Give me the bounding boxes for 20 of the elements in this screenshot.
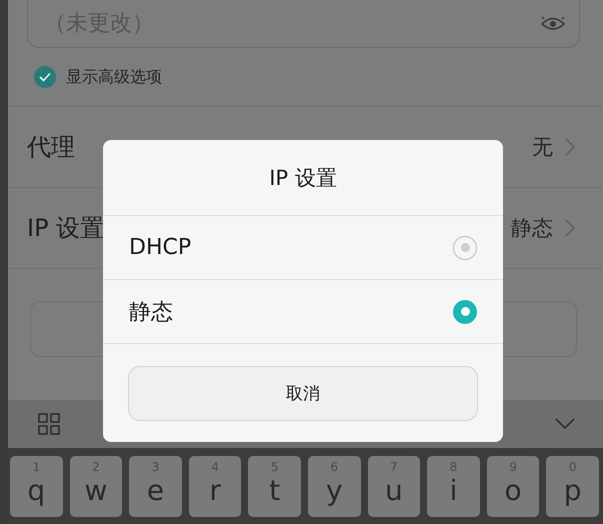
checkbox[interactable] <box>34 66 56 88</box>
chevron-right-icon <box>565 138 575 156</box>
option-label: DHCP <box>129 235 192 260</box>
row-value: 无 <box>532 134 553 161</box>
row-label: IP 设置 <box>27 213 106 244</box>
chevron-right-icon <box>565 219 575 237</box>
option-row[interactable]: DHCP <box>103 215 503 279</box>
dialog-title: IP 设置 <box>268 164 338 192</box>
radio-button[interactable] <box>453 300 477 324</box>
option-row[interactable]: 静态 <box>103 279 503 343</box>
row-label: 代理 <box>27 132 76 163</box>
radio-button[interactable] <box>453 236 477 260</box>
checkmark-icon <box>39 72 51 82</box>
row-value: 静态 <box>511 215 553 242</box>
checkbox-label: 显示高级选项 <box>66 66 162 88</box>
chevron-down-icon[interactable] <box>555 418 575 430</box>
grid-icon[interactable] <box>38 413 60 435</box>
option-label: 静态 <box>129 298 174 326</box>
cancel-button[interactable]: 取消 <box>128 366 478 421</box>
eye-icon[interactable] <box>541 14 565 32</box>
